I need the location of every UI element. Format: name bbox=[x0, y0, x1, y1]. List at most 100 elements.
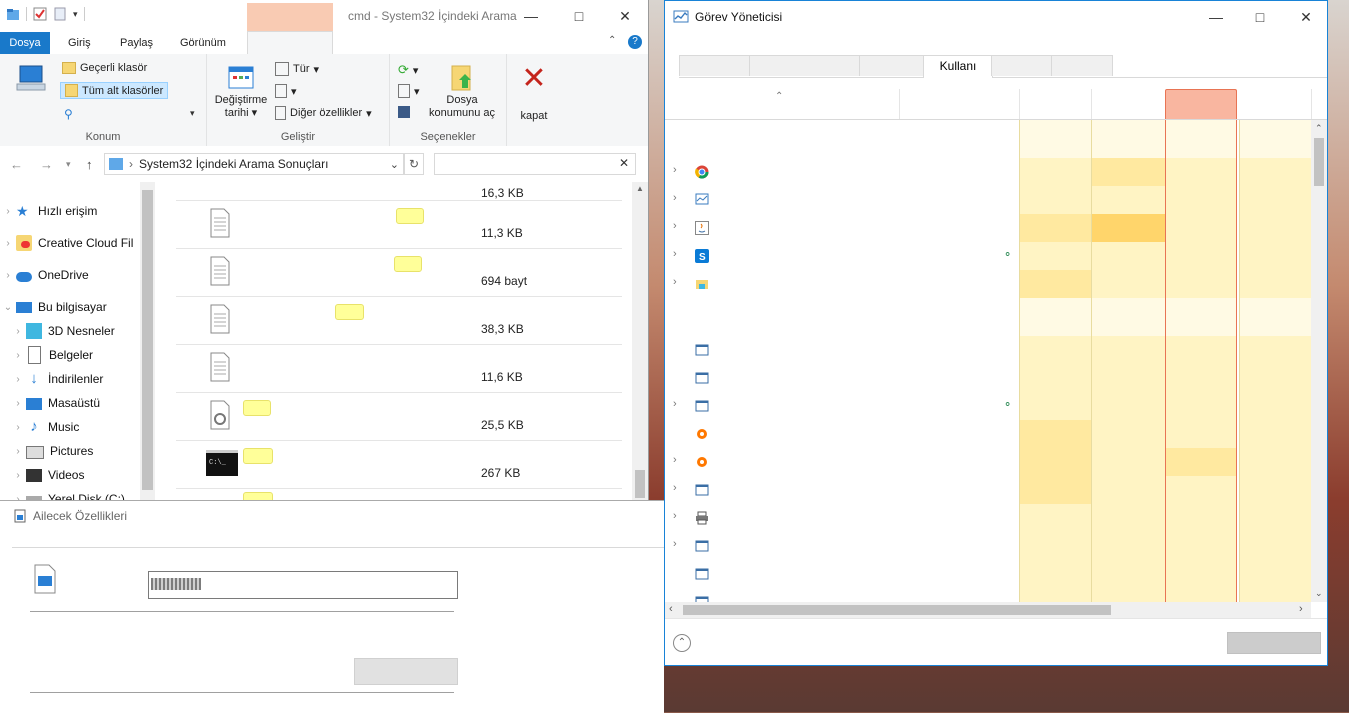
file-row[interactable] bbox=[176, 488, 622, 500]
file-row[interactable]: 16,3 KB bbox=[176, 182, 622, 201]
search-again-button[interactable]: ⚲ bbox=[64, 107, 73, 121]
scroll-left-icon[interactable]: ‹ bbox=[669, 603, 673, 615]
process-row-bg3[interactable]: › bbox=[665, 392, 1015, 420]
tab-file[interactable]: Dosya bbox=[0, 32, 50, 54]
expand-chevron-icon[interactable]: › bbox=[673, 398, 677, 410]
type-button[interactable]: Tür ▾ bbox=[275, 62, 319, 76]
file-row[interactable]: 25,5 KB bbox=[176, 392, 622, 441]
address-dropdown-icon[interactable]: ⌄ bbox=[390, 158, 399, 171]
nav-pane-scrollbar[interactable] bbox=[140, 182, 155, 500]
expand-chevron-icon[interactable]: › bbox=[10, 470, 26, 481]
tab-processes[interactable] bbox=[679, 55, 751, 76]
process-row-bg2[interactable] bbox=[665, 364, 1015, 392]
scroll-down-icon[interactable]: ⌄ bbox=[1315, 588, 1323, 599]
tab-search[interactable] bbox=[247, 31, 333, 55]
expand-chevron-icon[interactable]: › bbox=[0, 270, 16, 281]
properties-check-icon[interactable] bbox=[33, 7, 47, 21]
up-arrow-icon[interactable]: ↑ bbox=[86, 157, 93, 172]
cpu-column-header[interactable] bbox=[1165, 89, 1237, 119]
process-row-avast1[interactable] bbox=[665, 420, 1015, 448]
all-subfolders-button[interactable]: Tüm alt klasörler bbox=[60, 82, 169, 99]
horizontal-scrollbar[interactable]: ‹ › bbox=[665, 602, 1311, 618]
tm-minimize-button[interactable]: — bbox=[1193, 1, 1239, 33]
maximize-button[interactable]: □ bbox=[556, 0, 602, 32]
file-row[interactable]: 11,6 KB bbox=[176, 344, 622, 393]
tab-share[interactable]: Paylaş bbox=[114, 32, 159, 54]
recent-searches-button[interactable]: ⟳ ▾ bbox=[398, 62, 418, 78]
process-row-bg4[interactable]: › bbox=[665, 476, 1015, 504]
expand-chevron-icon[interactable]: › bbox=[673, 482, 677, 494]
horizontal-scrollbar-thumb[interactable] bbox=[683, 605, 1111, 615]
process-row-bg6[interactable] bbox=[665, 560, 1015, 588]
expand-chevron-icon[interactable]: › bbox=[673, 538, 677, 550]
tab-app-history[interactable] bbox=[859, 55, 925, 76]
nav-creative-cloud[interactable]: › Creative Cloud Fil bbox=[0, 232, 133, 254]
advanced-options-button[interactable]: ▾ bbox=[398, 84, 420, 98]
back-arrow-icon[interactable]: ← bbox=[10, 157, 23, 172]
nav-videos[interactable]: › Videos bbox=[10, 464, 84, 486]
tab-details[interactable] bbox=[991, 55, 1053, 76]
expand-chevron-icon[interactable]: › bbox=[673, 454, 677, 466]
help-icon[interactable]: ? bbox=[628, 35, 642, 49]
expand-chevron-icon[interactable]: › bbox=[10, 326, 26, 337]
process-row-explorer[interactable]: › bbox=[665, 270, 1015, 298]
file-row[interactable]: C:\_ 267 KB bbox=[176, 440, 622, 489]
file-row[interactable]: 694 bayt bbox=[176, 248, 622, 297]
file-list-scrollbar-thumb[interactable] bbox=[635, 470, 645, 498]
close-button[interactable]: ✕ bbox=[602, 0, 648, 32]
open-file-location-button[interactable]: Dosya konumunu aç bbox=[424, 62, 500, 120]
tab-services[interactable] bbox=[1051, 55, 1113, 76]
collapse-chevron-icon[interactable]: ⌄ bbox=[0, 302, 16, 313]
process-row-java[interactable]: › bbox=[665, 214, 1015, 242]
process-list-scrollbar[interactable]: ⌃ ⌄ bbox=[1311, 120, 1327, 602]
expand-chevron-icon[interactable]: › bbox=[673, 192, 677, 204]
expand-chevron-icon[interactable]: › bbox=[10, 374, 26, 385]
process-row-bg1[interactable] bbox=[665, 336, 1015, 364]
other-properties-button[interactable]: Diğer özellikler ▾ bbox=[275, 106, 372, 120]
size-button[interactable]: ▾ bbox=[275, 84, 297, 98]
scroll-up-icon[interactable]: ▲ bbox=[636, 184, 644, 193]
tm-close-button[interactable]: ✕ bbox=[1283, 1, 1327, 33]
process-row-skype[interactable]: › S bbox=[665, 242, 1015, 270]
process-row-task-manager[interactable]: › bbox=[665, 186, 1015, 214]
tab-view[interactable]: Görünüm bbox=[174, 32, 232, 54]
current-folder-button[interactable]: Geçerli klasör bbox=[62, 62, 147, 74]
address-box[interactable]: › System32 İçindeki Arama Sonuçları ⌄ bbox=[104, 153, 404, 175]
close-search-button[interactable]: ✕ kapat bbox=[514, 62, 554, 123]
fewer-details-icon[interactable]: ⌃ bbox=[673, 634, 691, 652]
process-row-chrome[interactable]: › bbox=[665, 158, 1015, 186]
more-locations-dropdown-icon[interactable]: ▾ bbox=[190, 108, 195, 119]
expand-chevron-icon[interactable]: › bbox=[0, 206, 16, 217]
refresh-icon[interactable]: ↻ bbox=[404, 153, 424, 175]
minimize-button[interactable]: — bbox=[508, 0, 554, 32]
nav-scrollbar-thumb[interactable] bbox=[142, 190, 153, 490]
tab-performance[interactable] bbox=[749, 55, 861, 76]
nav-3d-objects[interactable]: › 3D Nesneler bbox=[10, 320, 115, 342]
clear-search-icon[interactable]: ✕ bbox=[619, 156, 629, 170]
collapse-ribbon-icon[interactable]: ⌃ bbox=[608, 35, 616, 46]
expand-chevron-icon[interactable]: › bbox=[673, 164, 677, 176]
expand-chevron-icon[interactable]: › bbox=[673, 510, 677, 522]
nav-desktop[interactable]: › Masaüstü bbox=[10, 392, 100, 414]
tab-home[interactable]: Giriş bbox=[62, 32, 97, 54]
nav-documents[interactable]: › Belgeler bbox=[10, 344, 93, 366]
qat-dropdown-icon[interactable]: ▾ bbox=[73, 9, 78, 20]
end-task-button[interactable] bbox=[1227, 632, 1321, 654]
expand-chevron-icon[interactable]: › bbox=[10, 446, 26, 457]
process-row-printer[interactable]: › bbox=[665, 504, 1015, 532]
nav-this-pc[interactable]: ⌄ Bu bilgisayar bbox=[0, 296, 107, 318]
nav-onedrive[interactable]: › OneDrive bbox=[0, 264, 88, 286]
change-button[interactable] bbox=[354, 658, 458, 685]
nav-music[interactable]: › ♪ Music bbox=[10, 416, 79, 438]
expand-chevron-icon[interactable]: › bbox=[10, 398, 26, 409]
scroll-right-icon[interactable]: › bbox=[1299, 603, 1303, 615]
nav-quick-access[interactable]: › ★ Hızlı erişim bbox=[0, 200, 97, 222]
process-scrollbar-thumb[interactable] bbox=[1314, 138, 1324, 186]
search-input[interactable]: ✕ bbox=[434, 153, 636, 175]
expand-chevron-icon[interactable]: › bbox=[673, 248, 677, 260]
expand-chevron-icon[interactable]: › bbox=[10, 422, 26, 433]
file-row[interactable]: 38,3 KB bbox=[176, 296, 622, 345]
new-folder-icon[interactable] bbox=[53, 7, 67, 21]
scroll-up-icon[interactable]: ⌃ bbox=[1315, 123, 1323, 134]
process-row-bg7[interactable] bbox=[665, 588, 1015, 602]
